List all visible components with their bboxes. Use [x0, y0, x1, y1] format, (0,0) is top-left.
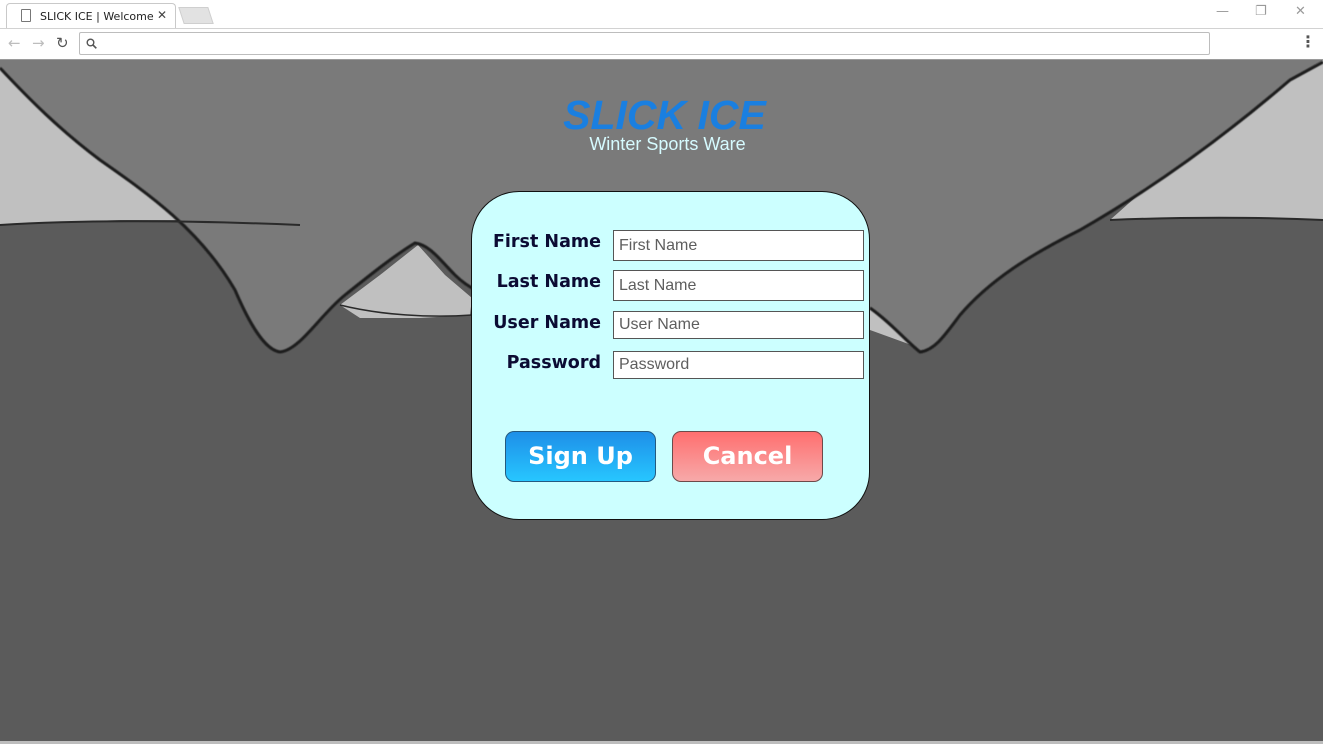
- brand-header: SLICK ICE Winter Sports Ware: [0, 93, 1323, 154]
- search-icon: [86, 38, 97, 49]
- tab-title: SLICK ICE | Welcome: [40, 10, 154, 23]
- last-name-label: Last Name: [496, 272, 601, 292]
- first-name-field[interactable]: [613, 230, 864, 261]
- cancel-button[interactable]: Cancel: [672, 431, 823, 482]
- browser-tab-strip: SLICK ICE | Welcome ✕ — ❐ ✕: [0, 0, 1323, 28]
- address-input[interactable]: [102, 35, 1206, 54]
- signup-form-card: First Name Last Name User Name Password …: [471, 191, 870, 520]
- new-tab-button[interactable]: [178, 7, 214, 24]
- password-label: Password: [506, 353, 601, 373]
- page-viewport: SLICK ICE Winter Sports Ware First Name …: [0, 60, 1323, 742]
- window-close-icon[interactable]: ✕: [1295, 4, 1306, 19]
- back-arrow-icon[interactable]: ←: [8, 34, 21, 52]
- last-name-field[interactable]: [613, 270, 864, 301]
- address-bar[interactable]: [79, 32, 1210, 55]
- browser-toolbar: ← → ↻ ⋮: [0, 28, 1323, 60]
- sign-up-button[interactable]: Sign Up: [505, 431, 656, 482]
- user-name-label: User Name: [493, 313, 601, 333]
- brand-subtitle: Winter Sports Ware: [589, 134, 746, 154]
- user-name-field[interactable]: [613, 311, 864, 339]
- forward-arrow-icon[interactable]: →: [32, 34, 45, 52]
- document-icon: [21, 9, 31, 22]
- tab-close-icon[interactable]: ✕: [157, 8, 167, 22]
- password-field[interactable]: [613, 351, 864, 379]
- restore-icon[interactable]: ❐: [1255, 4, 1267, 19]
- browser-tab[interactable]: SLICK ICE | Welcome ✕: [6, 3, 176, 28]
- reload-icon[interactable]: ↻: [56, 34, 69, 52]
- browser-menu-icon[interactable]: ⋮: [1300, 32, 1316, 51]
- minimize-icon[interactable]: —: [1216, 4, 1229, 19]
- brand-title: SLICK ICE: [563, 92, 766, 138]
- first-name-label: First Name: [492, 232, 601, 252]
